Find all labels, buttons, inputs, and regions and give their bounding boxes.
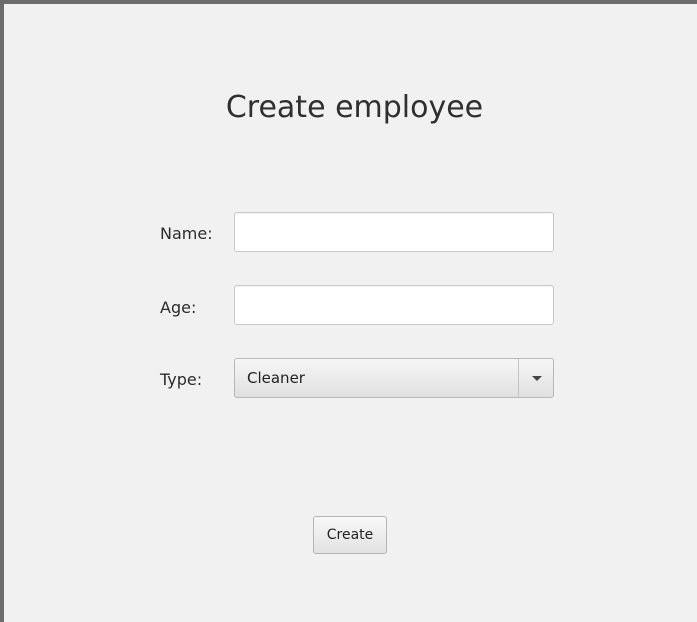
combo-divider	[518, 359, 519, 397]
create-button[interactable]: Create	[313, 516, 387, 554]
type-combobox[interactable]: Cleaner	[234, 358, 554, 398]
age-input[interactable]	[234, 285, 554, 325]
type-label: Type:	[160, 370, 203, 389]
name-input[interactable]	[234, 212, 554, 252]
page-title: Create employee	[225, 90, 484, 125]
age-label: Age:	[160, 298, 197, 317]
name-label: Name:	[160, 224, 213, 243]
type-selected-value: Cleaner	[247, 369, 305, 387]
chevron-down-icon[interactable]	[532, 376, 542, 381]
create-employee-window: Create employee Name: Age: Type: Cleaner…	[0, 0, 697, 622]
